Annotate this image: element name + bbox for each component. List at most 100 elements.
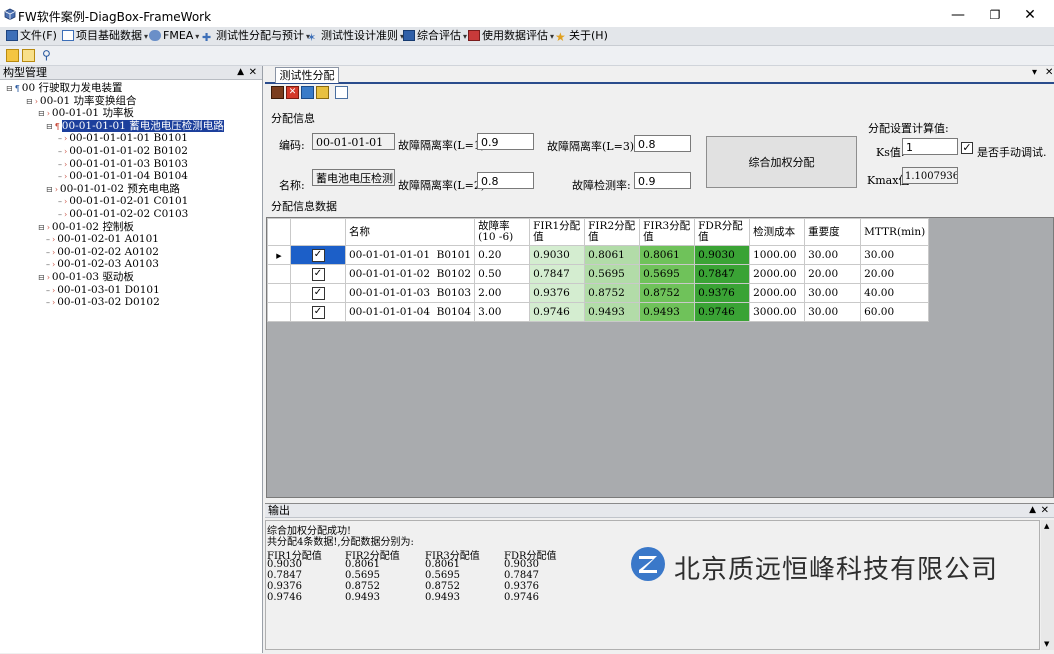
leaf-connector-icon[interactable]: – [46, 248, 50, 257]
menu-evaluation[interactable]: 综合评估 ▾ [403, 28, 467, 44]
pin-icon[interactable]: ▲ [1029, 504, 1036, 517]
import-icon[interactable] [301, 86, 314, 99]
search-icon[interactable]: ⚲ [42, 49, 55, 62]
menu-file[interactable]: 文件(F) [6, 28, 57, 44]
tree-node[interactable]: – › 00-01-02-01 A0101 [46, 233, 159, 245]
leaf-connector-icon[interactable]: – [46, 235, 50, 244]
cell-fault-rate[interactable]: 3.00 [474, 302, 531, 322]
tree-node[interactable]: ⊟ › 00-01-03 驱动板 [38, 271, 134, 283]
row-checkbox-cell[interactable]: ✓ [290, 302, 346, 322]
tree-node[interactable]: – › 00-01-01-01-01 B0101 [58, 132, 188, 144]
menu-project-data[interactable]: 项目基础数据 ▾ [62, 28, 148, 44]
row-checkbox[interactable]: ✓ [311, 248, 325, 262]
table-row[interactable]: ✓ 00-01-01-01-02 B0102 0.50 0.7847 0.5695 0.5… [267, 264, 930, 284]
cell-fir1[interactable]: 0.9376 [529, 283, 586, 303]
leaf-connector-icon[interactable]: – [46, 286, 50, 295]
cell-mttr[interactable]: 20.00 [860, 264, 930, 284]
output-scrollbar[interactable]: ▲ ▼ [1041, 520, 1054, 650]
cell-importance[interactable]: 30.00 [804, 245, 862, 265]
row-header[interactable] [267, 264, 291, 284]
menu-allocation[interactable]: ✚ 测试性分配与预计 ▾ [202, 28, 310, 44]
cell-cost[interactable]: 3000.00 [749, 302, 806, 322]
cell-cost[interactable]: 2000.00 [749, 283, 806, 303]
ks-input[interactable]: 1 [902, 138, 958, 155]
tree-node[interactable]: – › 00-01-01-01-03 B0103 [58, 158, 188, 170]
save-folder-icon[interactable] [22, 49, 35, 62]
leaf-connector-icon[interactable]: – [46, 260, 50, 269]
leaf-connector-icon[interactable]: – [58, 210, 62, 219]
tree-node[interactable]: – › 00-01-03-02 D0102 [46, 296, 160, 308]
cell-name[interactable]: 00-01-01-01-04 B0104 [344, 302, 476, 322]
table-row[interactable]: ▶ ✓ 00-01-01-01-01 B0101 0.20 0.9030 0.8061 0.… [267, 245, 930, 265]
row-checkbox[interactable]: ✓ [311, 305, 325, 319]
menu-about[interactable]: ★ 关于(H) [555, 28, 608, 44]
cell-fir1[interactable]: 0.9746 [529, 302, 586, 322]
scroll-up-icon[interactable]: ▲ [1044, 522, 1049, 530]
close-panel-icon[interactable]: ✕ [1041, 504, 1049, 517]
cell-fdr[interactable]: 0.9746 [694, 302, 751, 322]
tree-node[interactable]: – › 00-01-02-02 A0102 [46, 246, 159, 258]
row-checkbox-cell[interactable]: ✓ [290, 264, 346, 284]
column-header-fdr[interactable]: FDR分配 值 [694, 218, 751, 246]
tree-node[interactable]: – › 00-01-02-03 A0103 [46, 258, 159, 270]
row-header[interactable]: ▶ [267, 245, 291, 265]
tab-allocation[interactable]: 测试性分配 [275, 67, 339, 83]
isolation-rate-l3-input[interactable]: 0.8 [634, 135, 691, 152]
close-tab-icon[interactable]: ✕ [1045, 67, 1053, 78]
cell-fir3[interactable]: 0.9493 [639, 302, 696, 322]
detection-rate-input[interactable]: 0.9 [634, 172, 691, 189]
cell-fir2[interactable]: 0.8061 [584, 245, 641, 265]
restore-button[interactable]: ❐ [977, 4, 1013, 26]
leaf-connector-icon[interactable]: – [58, 147, 62, 156]
leaf-connector-icon[interactable]: – [58, 197, 62, 206]
row-checkbox-cell[interactable]: ✓ [290, 283, 346, 303]
menu-usage-data[interactable]: 使用数据评估 ▾ [468, 28, 554, 44]
report-icon[interactable] [335, 86, 348, 99]
cell-importance[interactable]: 20.00 [804, 264, 862, 284]
row-header[interactable] [267, 283, 291, 303]
row-checkbox[interactable]: ✓ [311, 267, 325, 281]
tree-node[interactable]: ⊟ › 00-01 功率变换组合 [26, 95, 137, 107]
row-checkbox[interactable]: ✓ [311, 286, 325, 300]
tree-node[interactable]: – › 00-01-01-01-04 B0104 [58, 170, 188, 182]
tree-node[interactable]: ⊟ ¶ 00 行驶取力发电装置 [6, 82, 123, 94]
cell-importance[interactable]: 30.00 [804, 283, 862, 303]
column-header-importance[interactable]: 重要度 [804, 218, 862, 246]
column-header-fir2[interactable]: FIR2分配 值 [584, 218, 641, 246]
column-header-fir3[interactable]: FIR3分配 值 [639, 218, 696, 246]
cell-cost[interactable]: 2000.00 [749, 264, 806, 284]
cell-fault-rate[interactable]: 2.00 [474, 283, 531, 303]
tree-node[interactable]: ⊟ › 00-01-02 控制板 [38, 221, 134, 233]
tree-node[interactable]: – › 00-01-03-01 D0101 [46, 284, 160, 296]
save-icon[interactable] [271, 86, 284, 99]
tab-list-icon[interactable]: ▾ [1032, 67, 1037, 78]
cell-fdr[interactable]: 0.7847 [694, 264, 751, 284]
leaf-connector-icon[interactable]: – [58, 160, 62, 169]
menu-design-rules[interactable]: ✶ 测试性设计准则 ▾ [307, 28, 404, 44]
column-header-checked[interactable] [290, 218, 346, 246]
column-header-cost[interactable]: 检测成本 [749, 218, 806, 246]
expand-toggle-icon[interactable]: ⊟ [46, 185, 53, 194]
minimize-button[interactable]: — [940, 4, 976, 26]
cell-cost[interactable]: 1000.00 [749, 245, 806, 265]
cell-fir2[interactable]: 0.9493 [584, 302, 641, 322]
weighted-allocation-button[interactable]: 综合加权分配 [706, 136, 857, 188]
expand-toggle-icon[interactable]: ⊟ [26, 97, 33, 106]
cell-fir1[interactable]: 0.7847 [529, 264, 586, 284]
expand-toggle-icon[interactable]: ⊟ [38, 109, 45, 118]
cell-fir3[interactable]: 0.8752 [639, 283, 696, 303]
cell-fir1[interactable]: 0.9030 [529, 245, 586, 265]
cell-name[interactable]: 00-01-01-01-03 B0103 [344, 283, 476, 303]
export-icon[interactable] [316, 86, 329, 99]
close-window-button[interactable]: ✕ [1012, 4, 1048, 26]
kmax-field[interactable]: 1.10079365 [902, 167, 958, 184]
leaf-connector-icon[interactable]: – [46, 298, 50, 307]
cell-fdr[interactable]: 0.9030 [694, 245, 751, 265]
cell-fault-rate[interactable]: 0.20 [474, 245, 531, 265]
column-header-name[interactable]: 名称 [344, 218, 476, 246]
column-header-fir1[interactable]: FIR1分配 值 [529, 218, 586, 246]
expand-toggle-icon[interactable]: ⊟ [38, 223, 45, 232]
manual-adjust-checkbox[interactable]: ✓ [961, 142, 973, 154]
cell-importance[interactable]: 30.00 [804, 302, 862, 322]
tree-node[interactable]: – › 00-01-01-02-02 C0103 [58, 208, 188, 220]
